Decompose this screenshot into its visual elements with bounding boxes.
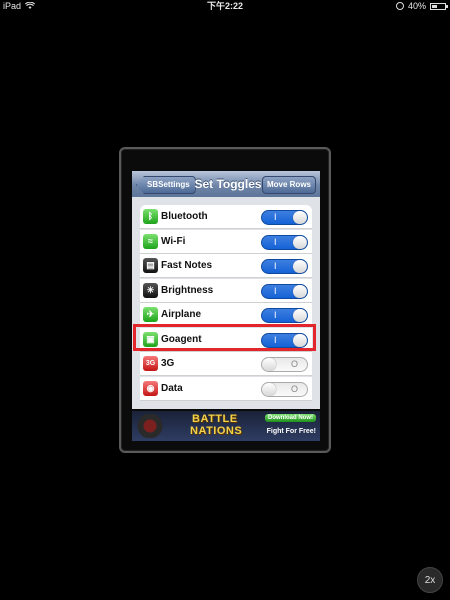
switch-knob[interactable] [293,284,307,298]
move-rows-button[interactable]: Move Rows [261,176,316,194]
switch-mark: I [274,310,277,320]
toggle-switch[interactable]: I [261,210,308,225]
ad-title-line2: NATIONS [190,425,243,437]
switch-mark: I [274,236,277,247]
toggle-row-airplane[interactable]: ✈ Airplane I [140,303,312,327]
toggle-row-brightness[interactable]: ✳ Brightness I [140,278,312,303]
ad-robot-image [134,414,174,438]
toggle-label: Fast Notes [161,260,213,271]
toggle-switch[interactable]: O [261,381,308,397]
toggle-label: Brightness [161,284,214,296]
switch-mark: I [274,212,277,222]
switch-knob[interactable] [293,333,307,347]
toggle-label: Bluetooth [161,211,208,222]
toggle-row-bluetooth[interactable]: ᛒ Bluetooth I [140,205,312,229]
ad-title-line1: BATTLE [192,413,238,425]
airplane-icon: ✈ [143,307,158,322]
status-bar: iPad 下午2:22 40% [0,0,450,12]
toggle-switch[interactable]: I [261,234,308,250]
switch-mark: O [290,359,298,369]
switch-knob[interactable] [293,235,307,249]
switch-knob[interactable] [262,382,276,396]
toggle-label: Goagent [161,333,202,345]
status-right: 40% [395,0,448,12]
bluetooth-icon: ᛒ [143,209,158,224]
3g-icon: 3G [143,356,158,371]
toggle-label: Wi-Fi [161,235,186,247]
toggle-switch[interactable]: I [261,259,308,274]
zoom-2x-button[interactable]: 2x [417,567,443,593]
status-time: 下午2:22 [206,1,243,11]
toggle-switch[interactable]: I [261,308,308,323]
notes-icon: ▤ [143,258,158,273]
switch-knob[interactable] [262,358,276,371]
toggle-label: Data [161,382,183,394]
toggle-label: Airplane [161,309,202,320]
back-button[interactable]: SBSettings [136,176,196,194]
rotation-lock-icon [395,2,404,10]
toggle-switch[interactable]: I [261,332,308,348]
toggle-row-goagent[interactable]: ▣ Goagent I [140,327,312,352]
page-title: Set Toggles [194,177,262,191]
goagent-icon: ▣ [143,331,158,347]
brightness-icon: ✳ [143,282,158,298]
data-icon: ◉ [143,380,158,396]
toggle-switch[interactable]: I [261,283,308,299]
ad-download-button[interactable]: Download Now! [265,414,316,422]
switch-mark: I [274,261,277,271]
battery-icon [430,2,448,10]
toggle-row-data[interactable]: ◉ Data O [140,376,312,401]
toggle-label: 3G [161,358,175,369]
switch-mark: O [290,383,298,394]
toggle-switch[interactable]: O [261,357,308,372]
toggle-list[interactable]: ᛒ Bluetooth I ≈ Wi-Fi I ▤ Fast Notes I ✳ Brightnes… [132,197,320,409]
ad-subtitle: Fight For Free! [266,428,316,435]
toggle-row-fast-notes[interactable]: ▤ Fast Notes I [140,254,312,278]
switch-knob[interactable] [293,309,307,322]
battery-percent: 40% [407,1,426,11]
switch-mark: I [274,334,277,345]
switch-mark: I [274,285,277,296]
navigation-bar: SBSettings Set Toggles Move Rows [132,171,320,198]
wifi-icon: ≈ [143,233,158,249]
device-frame: SBSettings Set Toggles Move Rows ᛒ Blueto… [119,147,331,453]
switch-knob[interactable] [293,260,307,273]
switch-knob[interactable] [293,211,307,224]
ad-banner[interactable]: BATTLE NATIONS Download Now! Fight For F… [132,411,320,441]
toggle-row-wi-fi[interactable]: ≈ Wi-Fi I [140,229,312,254]
toggle-row-3g[interactable]: 3G 3G O [140,352,312,376]
